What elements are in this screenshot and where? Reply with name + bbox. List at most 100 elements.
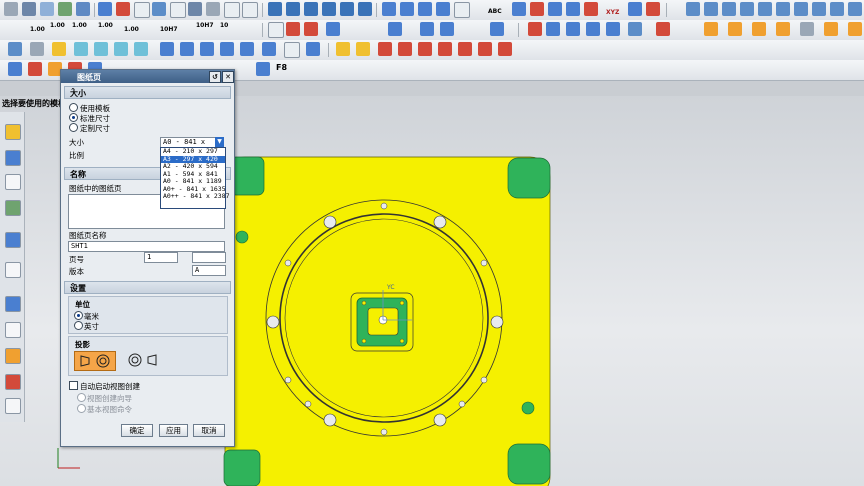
f8-label[interactable]: F8 bbox=[276, 64, 287, 72]
weld-icon[interactable] bbox=[530, 2, 544, 16]
paint2-icon[interactable] bbox=[606, 22, 620, 36]
tool-6-icon[interactable] bbox=[5, 262, 21, 278]
xyz-label[interactable]: XYZ bbox=[606, 9, 619, 16]
cube2-icon[interactable] bbox=[800, 22, 814, 36]
spline-icon[interactable] bbox=[340, 2, 354, 16]
window-icon[interactable] bbox=[152, 2, 166, 16]
symbol-icon[interactable] bbox=[512, 2, 526, 16]
circle-2-icon[interactable] bbox=[304, 22, 318, 36]
abc-label[interactable]: ABC bbox=[488, 8, 502, 15]
cube3-icon[interactable] bbox=[824, 22, 838, 36]
orange-3-icon[interactable] bbox=[752, 22, 766, 36]
tool-9-icon[interactable] bbox=[5, 348, 21, 364]
size-section-header[interactable]: 大小 ⌃ bbox=[64, 86, 231, 99]
tool-7-icon[interactable] bbox=[5, 296, 21, 312]
display-icon[interactable] bbox=[76, 2, 90, 16]
apply-button[interactable]: 应用 bbox=[159, 424, 188, 437]
table-edit-icon[interactable] bbox=[758, 2, 772, 16]
note-icon[interactable] bbox=[454, 2, 470, 18]
use-template-radio[interactable] bbox=[69, 103, 78, 112]
table-sort-icon[interactable] bbox=[776, 2, 790, 16]
dim-icon[interactable] bbox=[382, 2, 396, 16]
revision-input[interactable]: A bbox=[192, 265, 226, 276]
custom-size-radio[interactable] bbox=[69, 123, 78, 132]
fit-1[interactable]: 10H7 bbox=[160, 26, 178, 33]
orange-4-icon[interactable] bbox=[776, 22, 790, 36]
sort-icon[interactable] bbox=[200, 42, 214, 56]
arrow-icon[interactable] bbox=[628, 2, 642, 16]
fit-label-icon[interactable] bbox=[440, 22, 454, 36]
layer-icon[interactable] bbox=[22, 2, 36, 16]
cube-icon[interactable] bbox=[40, 2, 54, 16]
arrow-up-icon[interactable] bbox=[326, 22, 340, 36]
frame-icon[interactable] bbox=[170, 2, 186, 18]
hole-icon[interactable] bbox=[548, 2, 562, 16]
table-export-icon[interactable] bbox=[812, 2, 826, 16]
view-front-icon[interactable] bbox=[220, 42, 234, 56]
snap-quad-icon[interactable] bbox=[498, 42, 512, 56]
table-import-icon[interactable] bbox=[830, 2, 844, 16]
size-option[interactable]: A0++ - 841 x 2387 bbox=[161, 192, 230, 201]
tool-10-icon[interactable] bbox=[5, 374, 21, 390]
image-icon[interactable] bbox=[628, 22, 642, 36]
plus-icon[interactable] bbox=[420, 22, 434, 36]
fill-icon[interactable] bbox=[528, 22, 542, 36]
no-icon[interactable] bbox=[286, 22, 300, 36]
eye-icon[interactable] bbox=[8, 42, 22, 56]
cube4-icon[interactable] bbox=[848, 22, 862, 36]
filter-2-icon[interactable] bbox=[356, 42, 370, 56]
view-top-icon[interactable] bbox=[262, 42, 276, 56]
snap-mid-icon[interactable] bbox=[398, 42, 412, 56]
move-icon[interactable] bbox=[490, 22, 504, 36]
page-number-input[interactable]: 1 bbox=[144, 252, 178, 263]
snap-int-icon[interactable] bbox=[478, 42, 492, 56]
table-col-icon[interactable] bbox=[722, 2, 736, 16]
snap-perp-icon[interactable] bbox=[458, 42, 472, 56]
table-link-icon[interactable] bbox=[794, 2, 808, 16]
table-merge-icon[interactable] bbox=[740, 2, 754, 16]
edit-icon[interactable] bbox=[28, 62, 42, 76]
mm-radio[interactable] bbox=[74, 311, 83, 320]
settings-section-header[interactable]: 设置 ⌃ bbox=[64, 281, 231, 294]
dim-precision-3[interactable]: 1.00 bbox=[72, 22, 87, 29]
orange-2-icon[interactable] bbox=[728, 22, 742, 36]
point-icon[interactable] bbox=[322, 2, 336, 16]
dot-3-icon[interactable] bbox=[114, 42, 128, 56]
shade-icon[interactable] bbox=[546, 22, 560, 36]
hide-icon[interactable] bbox=[4, 2, 18, 16]
rotate-icon[interactable] bbox=[30, 42, 44, 56]
dot-1-icon[interactable] bbox=[74, 42, 88, 56]
section-icon[interactable] bbox=[206, 2, 220, 16]
line-icon[interactable] bbox=[268, 2, 282, 16]
page-number-extra-input[interactable] bbox=[192, 252, 226, 263]
inch-radio[interactable] bbox=[74, 321, 83, 330]
circle-icon[interactable] bbox=[304, 2, 318, 16]
break-icon[interactable] bbox=[242, 2, 258, 18]
view-wizard-radio[interactable] bbox=[77, 393, 86, 402]
orange-1-icon[interactable] bbox=[704, 22, 718, 36]
tool-5-icon[interactable] bbox=[5, 232, 21, 248]
standard-size-radio[interactable] bbox=[69, 113, 78, 122]
close-icon[interactable]: ✕ bbox=[222, 71, 234, 83]
dim-precision-2[interactable]: 1.00 bbox=[50, 22, 65, 29]
copy-icon[interactable] bbox=[566, 22, 580, 36]
base-view-radio[interactable] bbox=[77, 404, 86, 413]
paint-icon[interactable] bbox=[98, 2, 112, 16]
tool-1-icon[interactable] bbox=[5, 124, 21, 140]
first-angle-projection-button[interactable] bbox=[74, 351, 116, 371]
dim-angle-icon[interactable] bbox=[400, 2, 414, 16]
ok-button[interactable]: 确定 bbox=[121, 424, 153, 437]
tool-11-icon[interactable] bbox=[5, 398, 21, 414]
table-delete-icon[interactable] bbox=[848, 2, 862, 16]
tool-2-icon[interactable] bbox=[5, 150, 21, 166]
brush-icon[interactable] bbox=[116, 2, 130, 16]
dot-2-icon[interactable] bbox=[94, 42, 108, 56]
prev-icon[interactable] bbox=[160, 42, 174, 56]
paste-icon[interactable] bbox=[586, 22, 600, 36]
dialog-title-bar[interactable]: 图纸页 ↺ ✕ bbox=[61, 70, 234, 83]
detail-icon[interactable] bbox=[224, 2, 240, 18]
select-2-icon[interactable] bbox=[306, 42, 320, 56]
chevron-down-icon[interactable]: ▼ bbox=[215, 137, 224, 147]
select-1-icon[interactable] bbox=[284, 42, 300, 58]
snap-tan-icon[interactable] bbox=[438, 42, 452, 56]
